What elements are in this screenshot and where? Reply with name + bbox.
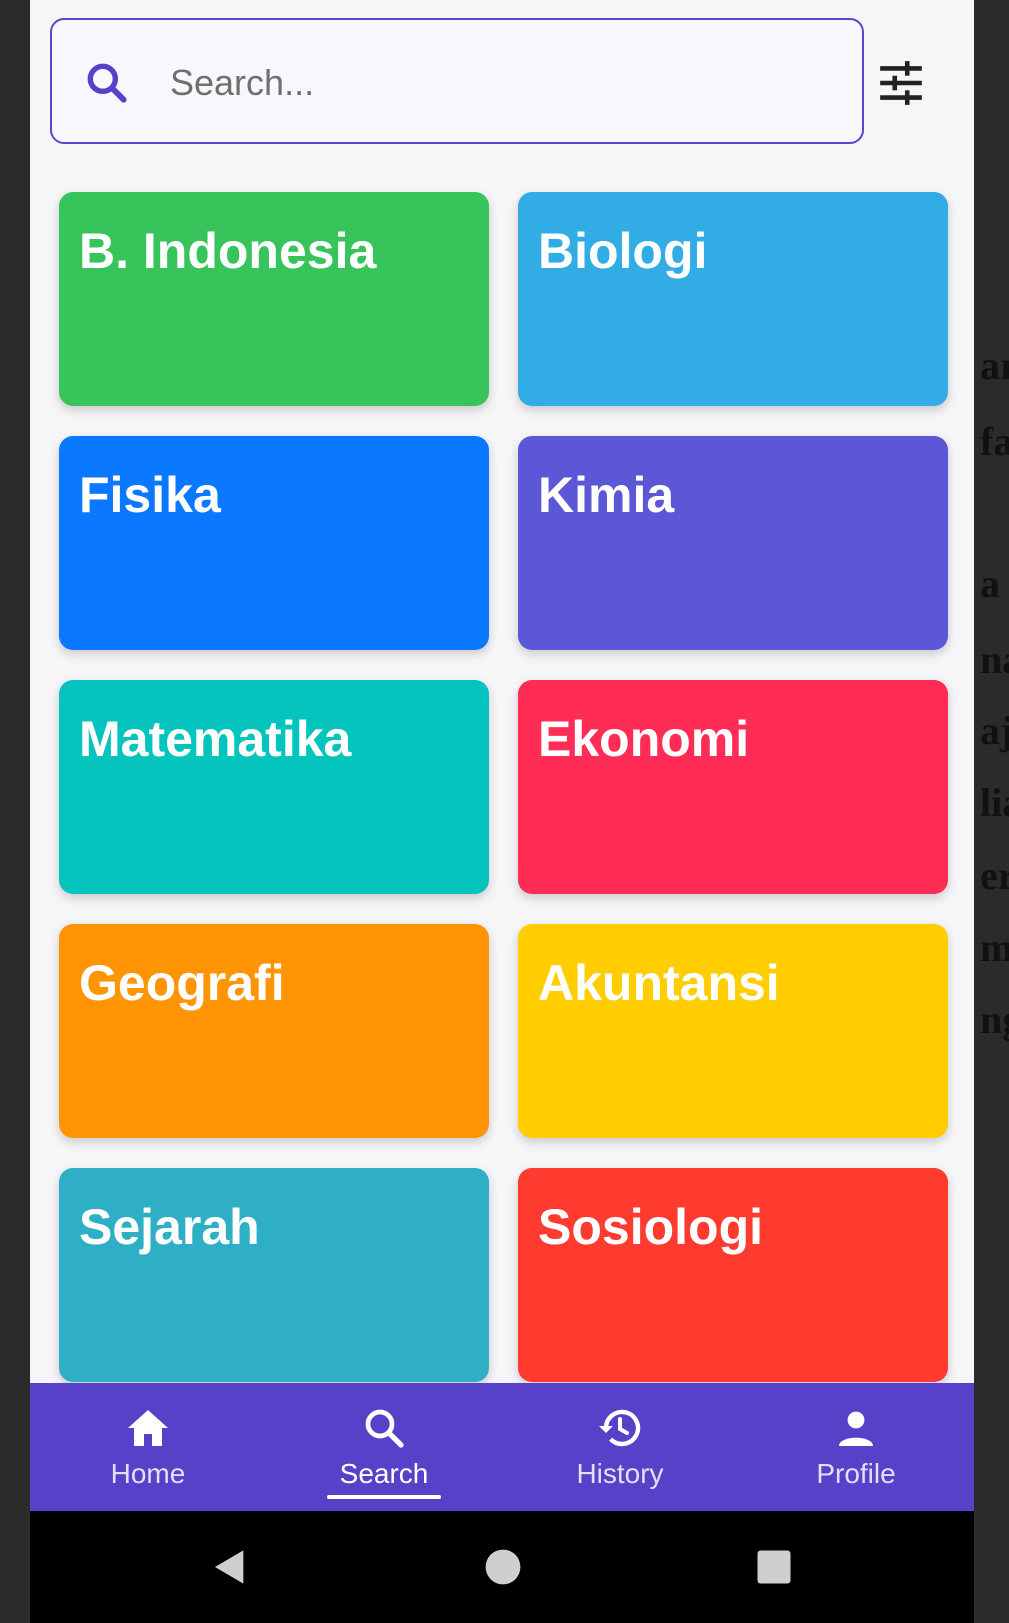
nav-search[interactable]: Search [266,1383,502,1511]
nav-profile[interactable]: Profile [738,1383,974,1511]
subject-card[interactable]: Biologi [518,192,948,406]
background-document-fragment: ar fa a na aj lia er m ng [980,343,1009,1042]
subject-label: Biologi [538,223,708,279]
subject-label: Geografi [79,955,285,1011]
subject-card[interactable]: Ekonomi [518,680,948,894]
filter-icon[interactable] [872,58,930,108]
search-icon [365,1409,404,1448]
subject-card[interactable]: Matematika [59,680,489,894]
nav-home-label: Home [110,1458,186,1489]
back-icon[interactable] [210,1547,250,1587]
nav-home[interactable]: Home [30,1383,266,1511]
subject-label: Akuntansi [538,955,780,1011]
app-screen: B. Indonesia Biologi Fisika Kimia Matema… [30,0,974,1623]
subject-card[interactable]: Kimia [518,436,948,650]
nav-history[interactable]: History [502,1383,738,1511]
subject-label: Sosiologi [538,1199,763,1255]
subject-card[interactable]: Geografi [59,924,489,1138]
active-tab-indicator [327,1495,441,1499]
subject-card[interactable]: Sejarah [59,1168,489,1382]
home-icon [128,1410,168,1446]
home-circle-icon[interactable] [484,1548,522,1586]
subject-label: Matematika [79,711,352,767]
nav-history-label: History [576,1458,664,1489]
subject-label: Sejarah [79,1199,260,1255]
subject-label: Ekonomi [538,711,750,767]
nav-profile-label: Profile [816,1458,896,1489]
person-icon [839,1411,873,1446]
subject-card[interactable]: B. Indonesia [59,192,489,406]
subject-label: Fisika [79,467,221,523]
subject-label: B. Indonesia [79,223,377,279]
subject-card[interactable]: Fisika [59,436,489,650]
system-navigation-bar [30,1511,974,1623]
subject-label: Kimia [538,467,675,523]
search-bar[interactable] [50,18,864,144]
nav-search-label: Search [339,1458,429,1489]
search-input[interactable] [168,50,822,116]
subject-card[interactable]: Sosiologi [518,1168,948,1382]
bottom-navigation: Home Search History Profile [30,1383,974,1511]
recents-icon[interactable] [756,1549,792,1585]
search-icon [87,63,127,103]
subject-card[interactable]: Akuntansi [518,924,948,1138]
history-icon [599,1409,641,1447]
